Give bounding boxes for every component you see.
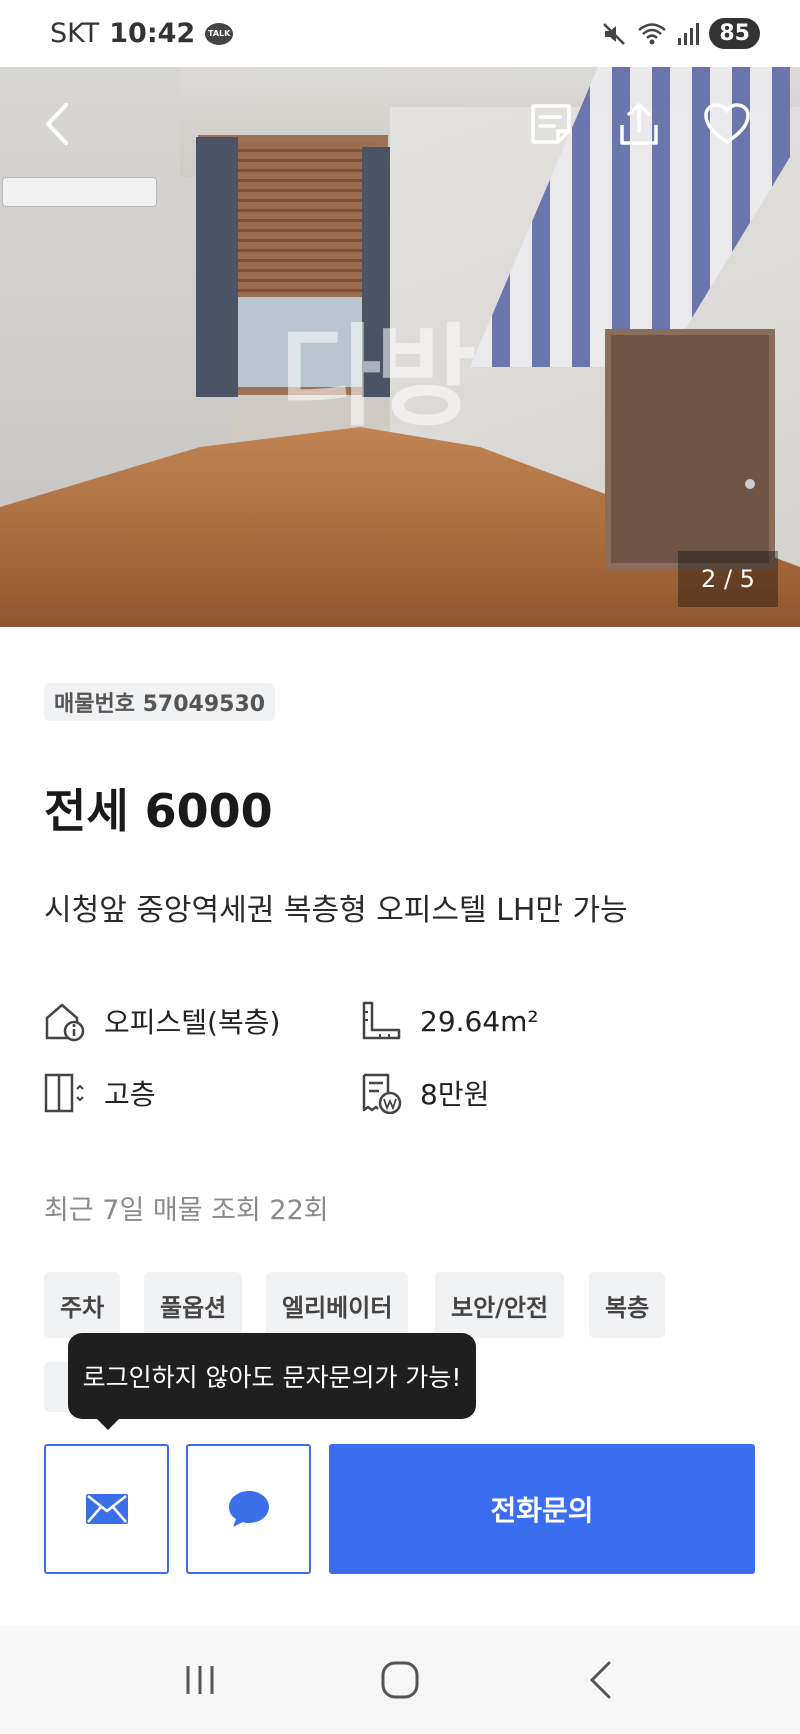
mute-icon bbox=[603, 22, 626, 45]
carrier-label: SKT bbox=[50, 18, 100, 49]
system-nav-bar bbox=[0, 1626, 800, 1734]
memo-icon bbox=[531, 104, 571, 144]
spec-floor: 고층 bbox=[44, 1072, 156, 1114]
building-info-icon bbox=[45, 1003, 85, 1042]
wifi-icon bbox=[638, 22, 667, 44]
call-inquiry-button[interactable]: 전화문의 bbox=[329, 1444, 755, 1574]
battery-indicator: 85 bbox=[709, 18, 760, 49]
tag-parking: 주차 bbox=[44, 1272, 121, 1338]
price-heading: 전세 6000 bbox=[44, 784, 273, 838]
back-button[interactable] bbox=[30, 97, 84, 151]
bill-won-icon bbox=[362, 1073, 402, 1114]
favorite-button[interactable] bbox=[700, 97, 754, 151]
system-back-button[interactable] bbox=[570, 1650, 630, 1710]
share-icon bbox=[620, 103, 658, 145]
back-chevron-icon bbox=[589, 1661, 611, 1699]
talk-notification-icon: TALK bbox=[205, 22, 234, 45]
floor-level-icon bbox=[44, 1073, 84, 1113]
spec-maintenance-fee: 8만원 bbox=[360, 1072, 489, 1114]
sms-tooltip: 로그인하지 않아도 문자문의가 가능! bbox=[68, 1333, 476, 1419]
chevron-left-icon bbox=[45, 103, 68, 145]
tooltip-arrow bbox=[96, 1418, 120, 1430]
spec-area-label: 29.64m² bbox=[420, 1004, 539, 1038]
share-button[interactable] bbox=[612, 97, 666, 151]
listing-title: 시청앞 중앙역세권 복층형 오피스텔 LH만 가능 bbox=[44, 893, 628, 928]
ruler-icon bbox=[362, 1001, 401, 1040]
tag-full-option: 풀옵션 bbox=[144, 1272, 243, 1338]
spec-property-type: 오피스텔(복층) bbox=[44, 1000, 280, 1042]
chat-inquiry-button[interactable] bbox=[186, 1444, 311, 1574]
envelope-icon bbox=[85, 1494, 128, 1524]
sms-inquiry-button[interactable] bbox=[44, 1444, 169, 1574]
home-button[interactable] bbox=[370, 1650, 430, 1710]
tag-security: 보안/안전 bbox=[435, 1272, 565, 1338]
heart-icon bbox=[704, 103, 750, 144]
listing-photo[interactable]: 다방 2 / 5 bbox=[0, 67, 800, 627]
spec-area: 29.64m² bbox=[360, 1000, 539, 1042]
tag-elevator: 엘리베이터 bbox=[266, 1272, 409, 1338]
view-count: 최근 7일 매물 조회 22회 bbox=[44, 1195, 329, 1226]
watermark-logo: 다방 bbox=[280, 313, 476, 441]
tag-duplex: 복층 bbox=[589, 1272, 666, 1338]
memo-button[interactable] bbox=[524, 97, 578, 151]
spec-floor-label: 고층 bbox=[104, 1078, 156, 1111]
home-icon bbox=[381, 1661, 419, 1699]
photo-page-counter: 2 / 5 bbox=[678, 551, 778, 607]
clock: 10:42 bbox=[109, 18, 196, 49]
listing-number-badge: 매물번호 57049530 bbox=[44, 683, 276, 721]
recent-apps-button[interactable] bbox=[170, 1650, 230, 1710]
spec-type-label: 오피스텔(복층) bbox=[104, 1006, 281, 1039]
signal-icon bbox=[678, 22, 700, 45]
chat-bubble-icon bbox=[228, 1491, 269, 1527]
status-bar: SKT 10:42 TALK 85 bbox=[0, 0, 800, 67]
recent-apps-icon bbox=[186, 1666, 214, 1694]
call-inquiry-label: 전화문의 bbox=[490, 1494, 594, 1527]
spec-fee-label: 8만원 bbox=[420, 1078, 490, 1111]
